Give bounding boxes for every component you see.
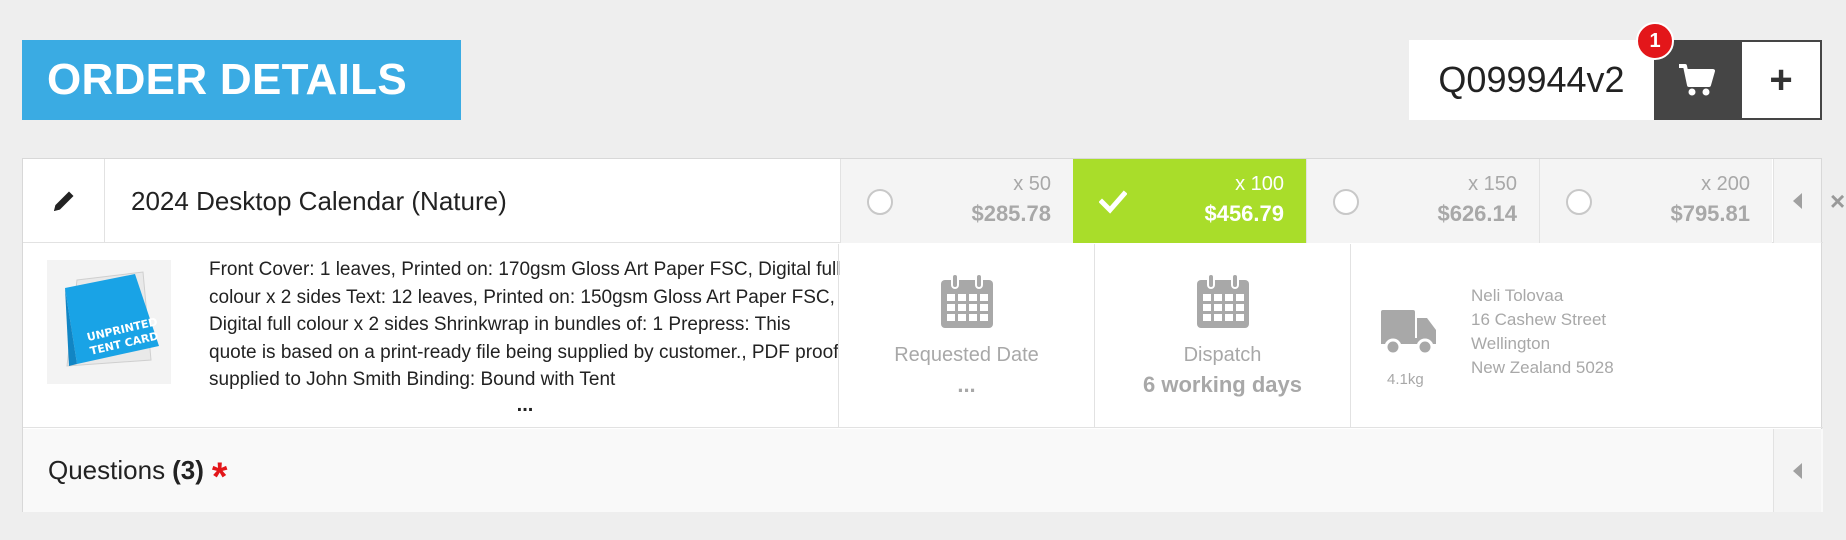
order-item-panel: 2024 Desktop Calendar (Nature) x 50 $285… bbox=[22, 158, 1823, 512]
questions-count: (3) bbox=[172, 455, 204, 485]
calendar-icon bbox=[940, 273, 993, 328]
quantity-price: $456.79 bbox=[1204, 201, 1284, 226]
requested-date-cell[interactable]: Requested Date ... bbox=[838, 244, 1094, 428]
shipping-address: Neli Tolovaa 16 Cashew Street Wellington… bbox=[1471, 284, 1614, 380]
questions-toggle[interactable]: Questions (3) * bbox=[48, 429, 227, 512]
checkmark-icon bbox=[1099, 190, 1127, 214]
calendar-icon bbox=[1196, 273, 1249, 328]
page-title: ORDER DETAILS bbox=[22, 40, 461, 120]
quantity-label: x 100 bbox=[1235, 173, 1284, 195]
product-description: Front Cover: 1 leaves, Printed on: 170gs… bbox=[209, 259, 841, 390]
requested-date-value: ... bbox=[957, 372, 976, 397]
cart-count-badge: 1 bbox=[1636, 22, 1674, 60]
scroll-left-button[interactable] bbox=[1773, 159, 1821, 243]
address-line: Wellington bbox=[1471, 334, 1551, 353]
quantity-price: $626.14 bbox=[1437, 201, 1517, 226]
product-thumbnail: UNPRINTED TENT CARD bbox=[47, 260, 171, 384]
pencil-icon bbox=[53, 191, 73, 211]
address-line: New Zealand 5028 bbox=[1471, 358, 1614, 377]
radio-button[interactable] bbox=[1566, 189, 1592, 215]
address-line: 16 Cashew Street bbox=[1471, 310, 1607, 329]
chevron-left-icon bbox=[1793, 462, 1802, 479]
dispatch-label: Dispatch bbox=[1183, 344, 1262, 366]
edit-button[interactable] bbox=[23, 159, 105, 243]
add-button[interactable]: + bbox=[1740, 40, 1822, 120]
shipping-weight: 4.1kg bbox=[1387, 371, 1424, 388]
required-asterisk: * bbox=[211, 455, 228, 499]
radio-button[interactable] bbox=[867, 189, 893, 215]
questions-row[interactable]: Questions (3) * bbox=[23, 429, 1823, 512]
dispatch-cell: Dispatch 6 working days bbox=[1094, 244, 1350, 428]
radio-button[interactable] bbox=[1333, 189, 1359, 215]
product-header-row: 2024 Desktop Calendar (Nature) x 50 $285… bbox=[23, 159, 1823, 243]
quantity-price: $795.81 bbox=[1670, 201, 1750, 226]
quantity-label: x 50 bbox=[1013, 173, 1051, 195]
product-name: 2024 Desktop Calendar (Nature) bbox=[131, 185, 507, 216]
quantity-option-100[interactable]: x 100 $456.79 bbox=[1073, 159, 1306, 243]
requested-date-label: Requested Date bbox=[894, 344, 1039, 366]
shopping-cart-icon bbox=[1679, 64, 1715, 96]
shipping-cell: 4.1kg Neli Tolovaa 16 Cashew Street Well… bbox=[1350, 244, 1823, 428]
product-detail-row: UNPRINTED TENT CARD Front Cover: 1 leave… bbox=[23, 244, 1823, 428]
description-more[interactable]: ... bbox=[209, 394, 841, 417]
truck-icon bbox=[1381, 310, 1436, 356]
quantity-option-50[interactable]: x 50 $285.78 bbox=[840, 159, 1073, 243]
questions-label: Questions bbox=[48, 455, 166, 485]
address-line: Neli Tolovaa bbox=[1471, 286, 1564, 305]
close-icon[interactable]: × bbox=[1830, 186, 1845, 217]
quantity-option-200[interactable]: x 200 $795.81 bbox=[1539, 159, 1772, 243]
chevron-left-icon bbox=[1793, 193, 1802, 209]
quantity-price: $285.78 bbox=[971, 201, 1051, 226]
quantity-label: x 200 bbox=[1701, 173, 1750, 195]
quantity-option-150[interactable]: x 150 $626.14 bbox=[1306, 159, 1539, 243]
quote-number: Q099944v2 bbox=[1409, 40, 1654, 120]
questions-expand-button[interactable] bbox=[1773, 429, 1821, 512]
quantity-label: x 150 bbox=[1468, 173, 1517, 195]
dispatch-value: 6 working days bbox=[1143, 372, 1302, 397]
